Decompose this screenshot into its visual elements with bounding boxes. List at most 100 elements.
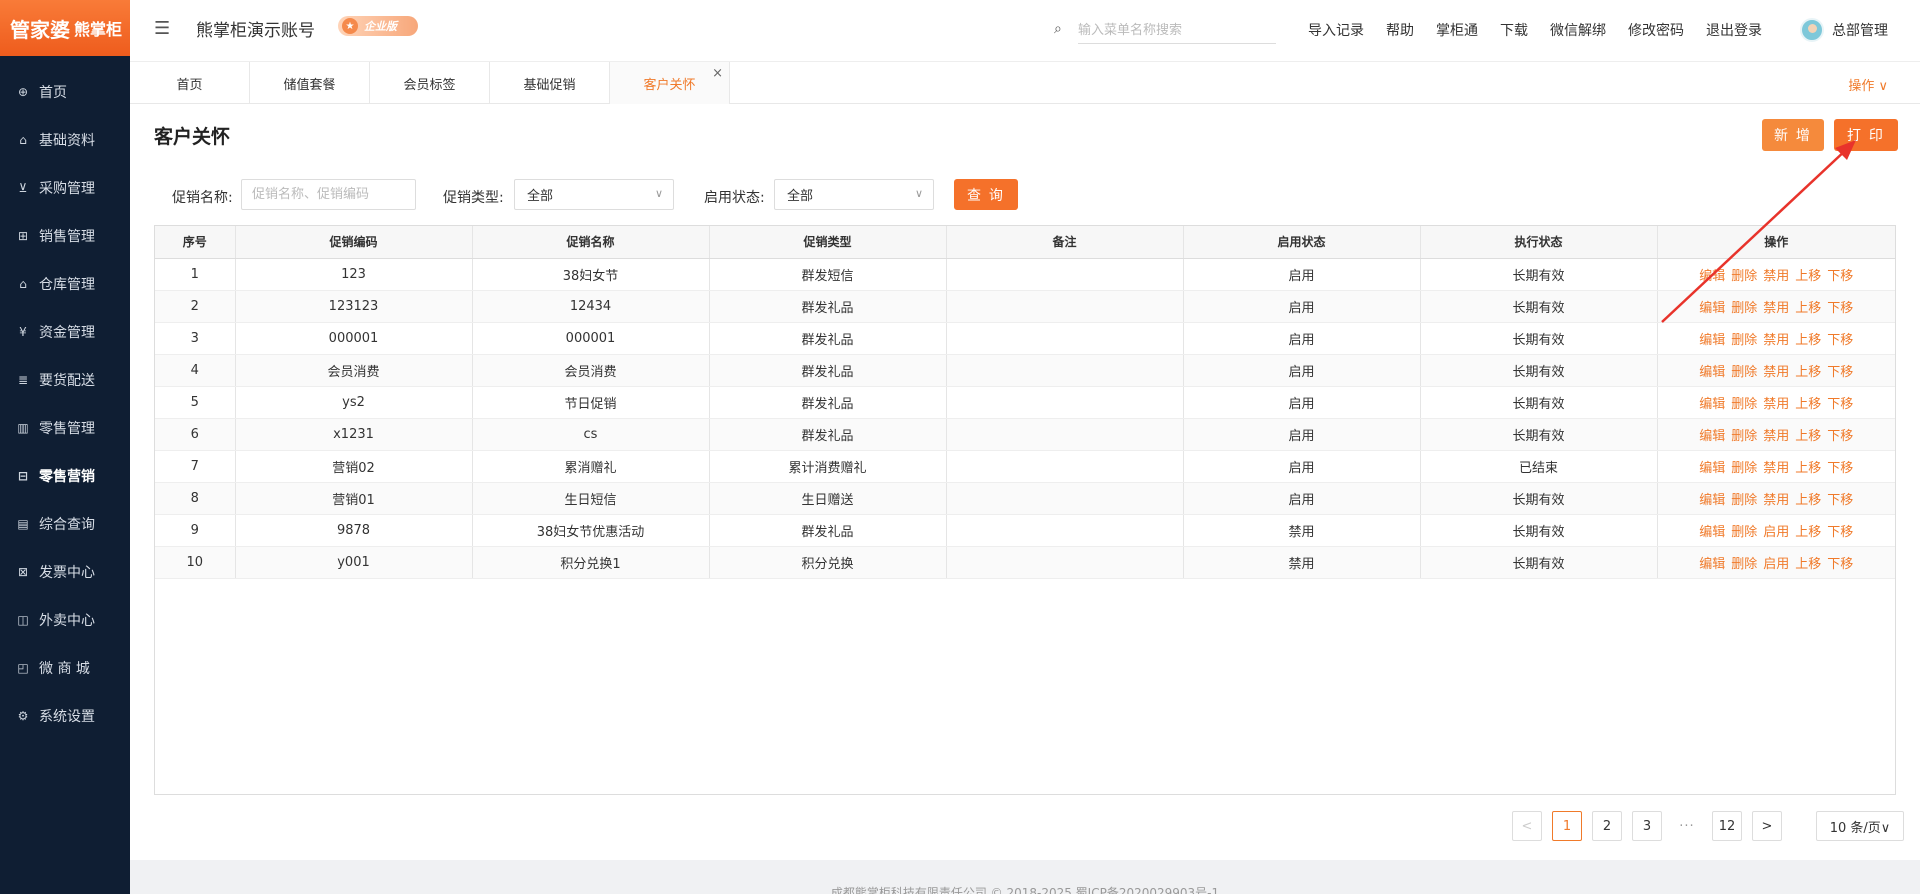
sidebar-item-0[interactable]: ⊕ 首页 — [0, 68, 130, 116]
brand-logo[interactable]: 管家婆 熊掌柜 — [0, 0, 130, 56]
down-link[interactable]: 下移 — [1827, 525, 1853, 540]
toggle-link[interactable]: 禁用 — [1763, 461, 1789, 476]
page-button[interactable]: 2 — [1592, 811, 1622, 841]
up-link[interactable]: 上移 — [1795, 269, 1821, 284]
delete-link[interactable]: 删除 — [1731, 461, 1757, 476]
cell-name: 000001 — [472, 322, 710, 355]
sidebar-item-13[interactable]: ⚙ 系统设置 — [0, 692, 130, 740]
delete-link[interactable]: 删除 — [1731, 333, 1757, 348]
delete-link[interactable]: 删除 — [1731, 365, 1757, 380]
edit-link[interactable]: 编辑 — [1699, 525, 1725, 540]
delete-link[interactable]: 删除 — [1731, 525, 1757, 540]
tab-2[interactable]: 会员标签 — [370, 62, 490, 104]
delete-link[interactable]: 删除 — [1731, 557, 1757, 572]
sidebar-item-12[interactable]: ◰ 微 商 城 — [0, 644, 130, 692]
edit-link[interactable]: 编辑 — [1699, 365, 1725, 380]
toggle-link[interactable]: 禁用 — [1763, 429, 1789, 444]
top-link-3[interactable]: 下载 — [1500, 20, 1528, 40]
delete-link[interactable]: 删除 — [1731, 269, 1757, 284]
sidebar-item-5[interactable]: ¥ 资金管理 — [0, 308, 130, 356]
toggle-link[interactable]: 启用 — [1763, 557, 1789, 572]
delete-link[interactable]: 删除 — [1731, 429, 1757, 444]
up-link[interactable]: 上移 — [1795, 557, 1821, 572]
print-button[interactable]: 打 印 — [1834, 119, 1898, 151]
menu-search-input[interactable] — [1078, 18, 1276, 44]
pagination-ellipsis[interactable]: ··· — [1672, 819, 1702, 834]
next-page-button[interactable]: > — [1752, 811, 1782, 841]
sidebar-item-8[interactable]: ⊟ 零售营销 — [0, 452, 130, 500]
edit-link[interactable]: 编辑 — [1699, 557, 1725, 572]
toggle-link[interactable]: 禁用 — [1763, 397, 1789, 412]
tabs-operations-menu[interactable]: 操作 ∨ — [1848, 75, 1888, 94]
sidebar-item-3[interactable]: ⊞ 销售管理 — [0, 212, 130, 260]
close-icon[interactable]: × — [712, 66, 723, 81]
promo-name-input[interactable] — [241, 179, 416, 210]
sidebar-item-11[interactable]: ◫ 外卖中心 — [0, 596, 130, 644]
edit-link[interactable]: 编辑 — [1699, 429, 1725, 444]
menu-toggle-icon[interactable]: ☰ — [154, 18, 174, 39]
sidebar-item-2[interactable]: ⊻ 采购管理 — [0, 164, 130, 212]
down-link[interactable]: 下移 — [1827, 461, 1853, 476]
promo-type-select[interactable]: 全部 ∨ — [514, 179, 674, 210]
status-select[interactable]: 全部 ∨ — [774, 179, 934, 210]
edit-link[interactable]: 编辑 — [1699, 269, 1725, 284]
up-link[interactable]: 上移 — [1795, 525, 1821, 540]
toggle-link[interactable]: 禁用 — [1763, 493, 1789, 508]
sidebar-item-4[interactable]: ⌂ 仓库管理 — [0, 260, 130, 308]
sidebar-item-6[interactable]: ≣ 要货配送 — [0, 356, 130, 404]
page-size-select[interactable]: 10 条/页∨ — [1816, 811, 1904, 841]
up-link[interactable]: 上移 — [1795, 461, 1821, 476]
toggle-link[interactable]: 禁用 — [1763, 365, 1789, 380]
delete-link[interactable]: 删除 — [1731, 397, 1757, 412]
tab-0[interactable]: 首页 — [130, 62, 250, 104]
page-button[interactable]: 1 — [1552, 811, 1582, 841]
up-link[interactable]: 上移 — [1795, 397, 1821, 412]
toggle-link[interactable]: 启用 — [1763, 525, 1789, 540]
sidebar-item-7[interactable]: ▥ 零售管理 — [0, 404, 130, 452]
prev-page-button[interactable]: < — [1512, 811, 1542, 841]
search-icon[interactable]: ⌕ — [1054, 21, 1062, 37]
delete-link[interactable]: 删除 — [1731, 493, 1757, 508]
down-link[interactable]: 下移 — [1827, 429, 1853, 444]
down-link[interactable]: 下移 — [1827, 269, 1853, 284]
tab-4[interactable]: 客户关怀 × — [610, 62, 730, 104]
down-link[interactable]: 下移 — [1827, 557, 1853, 572]
cell-remark — [946, 290, 1184, 323]
cell-type: 生日赠送 — [709, 482, 947, 515]
toggle-link[interactable]: 禁用 — [1763, 333, 1789, 348]
edit-link[interactable]: 编辑 — [1699, 301, 1725, 316]
edit-link[interactable]: 编辑 — [1699, 493, 1725, 508]
edit-link[interactable]: 编辑 — [1699, 333, 1725, 348]
top-link-6[interactable]: 退出登录 — [1706, 20, 1762, 40]
toggle-link[interactable]: 禁用 — [1763, 301, 1789, 316]
down-link[interactable]: 下移 — [1827, 301, 1853, 316]
user-menu[interactable]: 总部管理 — [1800, 18, 1888, 42]
top-link-5[interactable]: 修改密码 — [1628, 20, 1684, 40]
up-link[interactable]: 上移 — [1795, 429, 1821, 444]
down-link[interactable]: 下移 — [1827, 493, 1853, 508]
up-link[interactable]: 上移 — [1795, 333, 1821, 348]
top-link-0[interactable]: 导入记录 — [1308, 20, 1364, 40]
last-page-button[interactable]: 12 — [1712, 811, 1742, 841]
add-button[interactable]: 新 增 — [1762, 119, 1824, 151]
query-button[interactable]: 查 询 — [954, 179, 1018, 210]
down-link[interactable]: 下移 — [1827, 333, 1853, 348]
up-link[interactable]: 上移 — [1795, 493, 1821, 508]
toggle-link[interactable]: 禁用 — [1763, 269, 1789, 284]
tab-1[interactable]: 储值套餐 — [250, 62, 370, 104]
down-link[interactable]: 下移 — [1827, 365, 1853, 380]
page-button[interactable]: 3 — [1632, 811, 1662, 841]
top-link-1[interactable]: 帮助 — [1386, 20, 1414, 40]
top-link-4[interactable]: 微信解绑 — [1550, 20, 1606, 40]
top-link-2[interactable]: 掌柜通 — [1436, 20, 1478, 40]
sidebar-item-1[interactable]: ⌂ 基础资料 — [0, 116, 130, 164]
sidebar-item-9[interactable]: ▤ 综合查询 — [0, 500, 130, 548]
down-link[interactable]: 下移 — [1827, 397, 1853, 412]
up-link[interactable]: 上移 — [1795, 301, 1821, 316]
up-link[interactable]: 上移 — [1795, 365, 1821, 380]
sidebar-item-10[interactable]: ⊠ 发票中心 — [0, 548, 130, 596]
edit-link[interactable]: 编辑 — [1699, 397, 1725, 412]
delete-link[interactable]: 删除 — [1731, 301, 1757, 316]
tab-3[interactable]: 基础促销 — [490, 62, 610, 104]
edit-link[interactable]: 编辑 — [1699, 461, 1725, 476]
